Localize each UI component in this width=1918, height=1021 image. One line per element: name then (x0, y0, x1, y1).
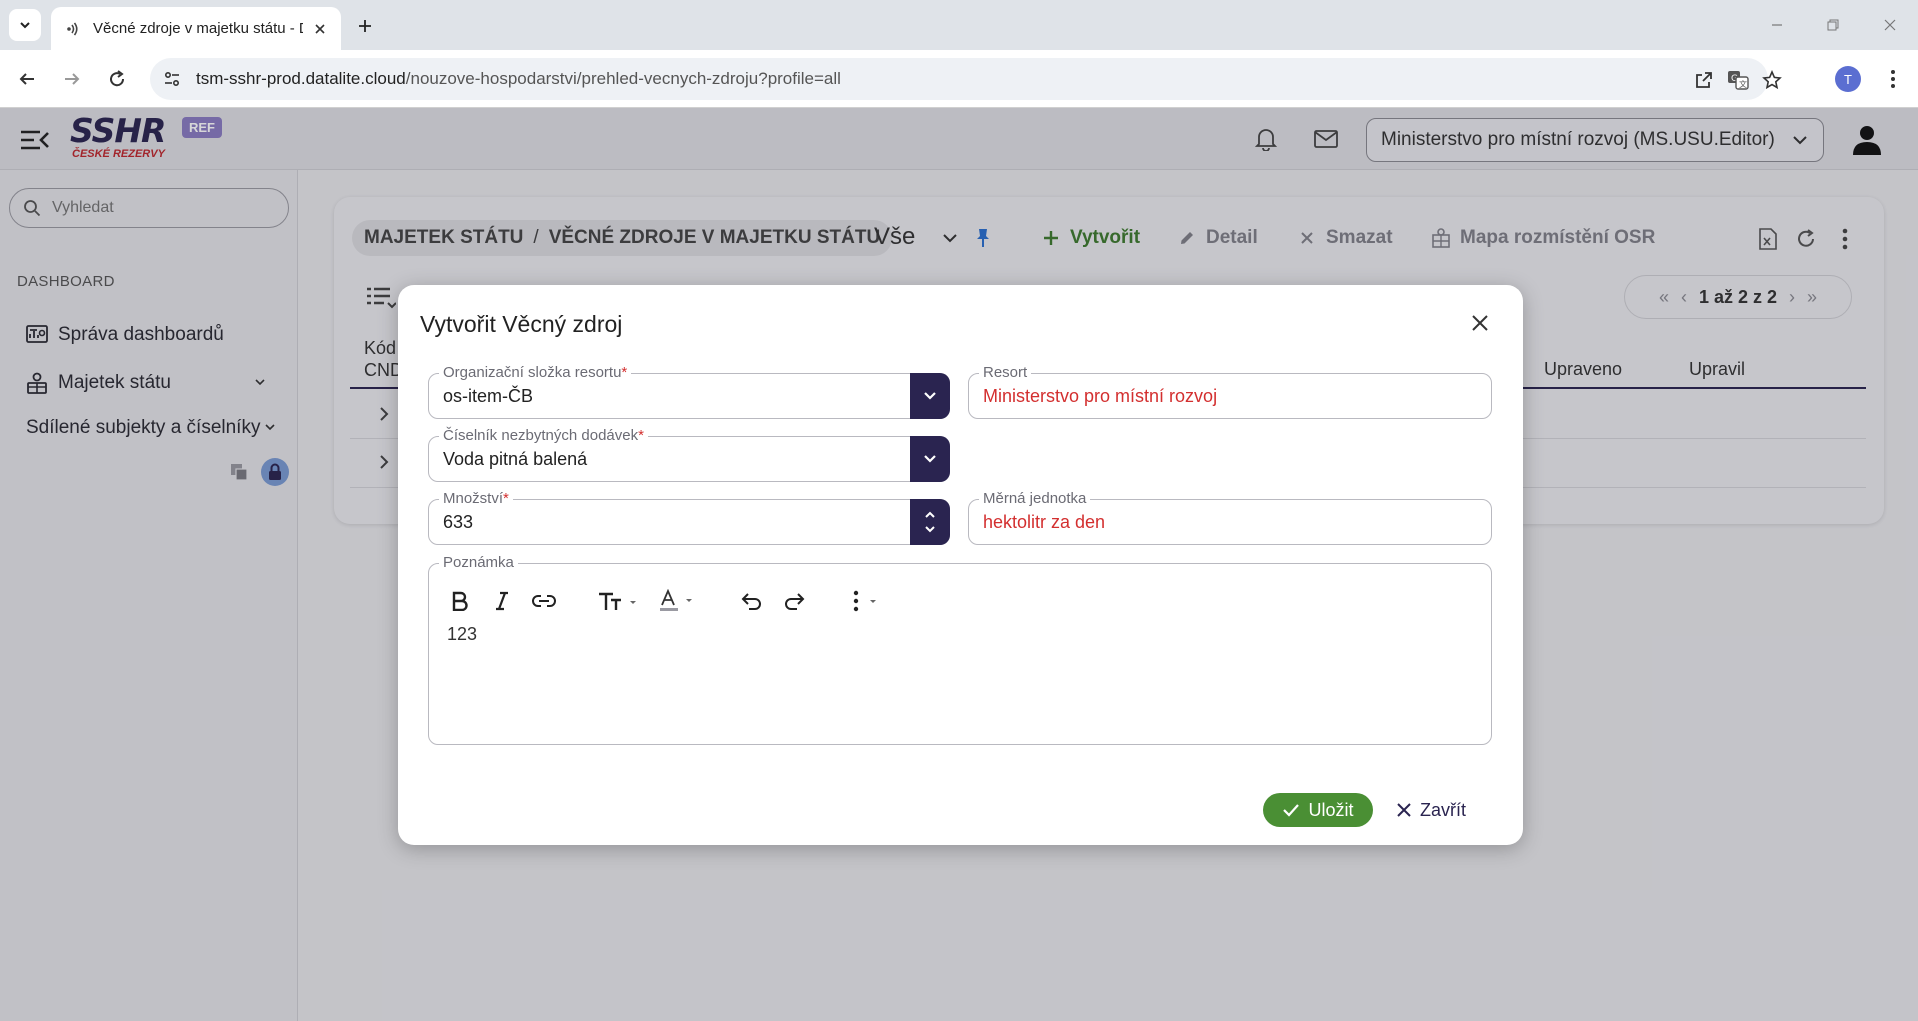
restore-button[interactable] (1820, 12, 1846, 38)
create-resource-dialog: Vytvořit Věcný zdroj Organizační složka … (398, 285, 1523, 845)
resort-field: Resort Ministerstvo pro místní rozvoj (968, 364, 1492, 419)
translate-icon[interactable]: G文 (1726, 68, 1750, 92)
required-mark: * (638, 427, 644, 444)
text-size-icon[interactable] (597, 586, 641, 616)
tab-title: Věcné zdroje v majetku státu - DataLite (93, 20, 303, 37)
url-host: tsm-sshr-prod.datalite.cloud (196, 69, 406, 88)
quantity-value: 633 (443, 512, 474, 532)
url-path: /nouzove-hospodarstvi/prehled-vecnych-zd… (405, 69, 841, 88)
chevron-down-icon (924, 392, 936, 400)
dialog-close-icon[interactable] (1468, 311, 1492, 335)
catalog-value: Voda pitná balená (443, 449, 588, 469)
browser-menu-icon[interactable] (1880, 66, 1906, 92)
restore-icon (1827, 19, 1839, 31)
chevron-down-icon (20, 22, 30, 29)
close-window-button[interactable] (1877, 12, 1903, 38)
resort-label: Resort (979, 364, 1032, 382)
browser-toolbar: tsm-sshr-prod.datalite.cloud/nouzove-hos… (0, 50, 1918, 108)
forward-button[interactable] (57, 64, 87, 94)
reload-button[interactable] (102, 64, 132, 94)
tab-search-button[interactable] (9, 9, 41, 41)
browser-tab[interactable]: Věcné zdroje v majetku státu - DataLite (51, 7, 341, 50)
required-mark: * (621, 364, 628, 381)
undo-icon[interactable] (739, 586, 765, 616)
address-bar[interactable]: tsm-sshr-prod.datalite.cloud/nouzove-hos… (150, 58, 1782, 100)
catalog-select[interactable]: Číselník nezbytných dodávek* Voda pitná … (428, 427, 950, 482)
unit-field: Měrná jednotka hektolitr za den (968, 490, 1492, 545)
save-button[interactable]: Uložit (1263, 793, 1373, 827)
org-unit-label: Organizační složka resortu* (439, 364, 632, 382)
required-mark: * (503, 490, 509, 507)
audio-favicon-icon (63, 20, 81, 38)
resort-value: Ministerstvo pro místní rozvoj (983, 386, 1218, 406)
catalog-label: Číselník nezbytných dodávek* (439, 427, 648, 445)
arrow-right-icon (65, 73, 80, 85)
note-label: Poznámka (439, 554, 518, 572)
catalog-label-text: Číselník nezbytných dodávek (443, 427, 639, 444)
quantity-stepper[interactable]: Množství* 633 (428, 490, 950, 545)
dropdown-button[interactable] (910, 436, 950, 482)
back-button[interactable] (12, 64, 42, 94)
bookmark-star-icon[interactable] (1760, 68, 1784, 92)
quantity-label-text: Množství (443, 490, 504, 507)
close-icon (1397, 803, 1411, 817)
svg-text:文: 文 (1739, 79, 1747, 89)
note-editor[interactable]: Poznámka 123 (428, 554, 1492, 745)
quantity-label: Množství* (439, 490, 513, 508)
check-icon (1283, 804, 1300, 817)
italic-icon[interactable] (489, 586, 515, 616)
reload-icon (110, 70, 125, 87)
minimize-icon (1772, 24, 1782, 26)
redo-icon[interactable] (781, 586, 807, 616)
open-external-icon[interactable] (1692, 68, 1716, 92)
chevron-down-icon (924, 455, 936, 463)
tab-close-icon[interactable] (311, 20, 329, 38)
close-button[interactable]: Zavřít (1396, 793, 1466, 827)
org-unit-label-text: Organizační složka resortu (443, 364, 622, 381)
bold-icon[interactable] (447, 586, 473, 616)
browser-profile-avatar[interactable]: T (1835, 66, 1861, 92)
link-icon[interactable] (529, 586, 559, 616)
more-options-icon[interactable] (849, 586, 885, 616)
close-label: Zavřít (1420, 799, 1467, 820)
minimize-button[interactable] (1764, 12, 1790, 38)
close-icon (1884, 19, 1896, 31)
org-unit-value: os-item-ČB (443, 386, 534, 406)
arrow-left-icon (19, 73, 34, 85)
dropdown-button[interactable] (910, 373, 950, 419)
browser-tabbar: Věcné zdroje v majetku státu - DataLite (0, 0, 1918, 50)
chevron-up-icon[interactable] (924, 510, 936, 520)
save-label: Uložit (1308, 799, 1354, 820)
note-content[interactable]: 123 (447, 624, 477, 645)
new-tab-button[interactable] (352, 13, 378, 39)
dialog-title: Vytvořit Věcný zdroj (420, 311, 623, 337)
url-text: tsm-sshr-prod.datalite.cloud/nouzove-hos… (196, 69, 841, 89)
org-unit-select[interactable]: Organizační složka resortu* os-item-ČB (428, 364, 950, 419)
unit-label: Měrná jednotka (979, 490, 1091, 508)
unit-value: hektolitr za den (983, 512, 1106, 532)
plus-icon (359, 20, 371, 32)
stepper-buttons (910, 499, 950, 545)
site-settings-icon[interactable] (162, 69, 182, 89)
text-color-icon[interactable] (657, 586, 701, 616)
chevron-down-icon[interactable] (924, 524, 936, 534)
